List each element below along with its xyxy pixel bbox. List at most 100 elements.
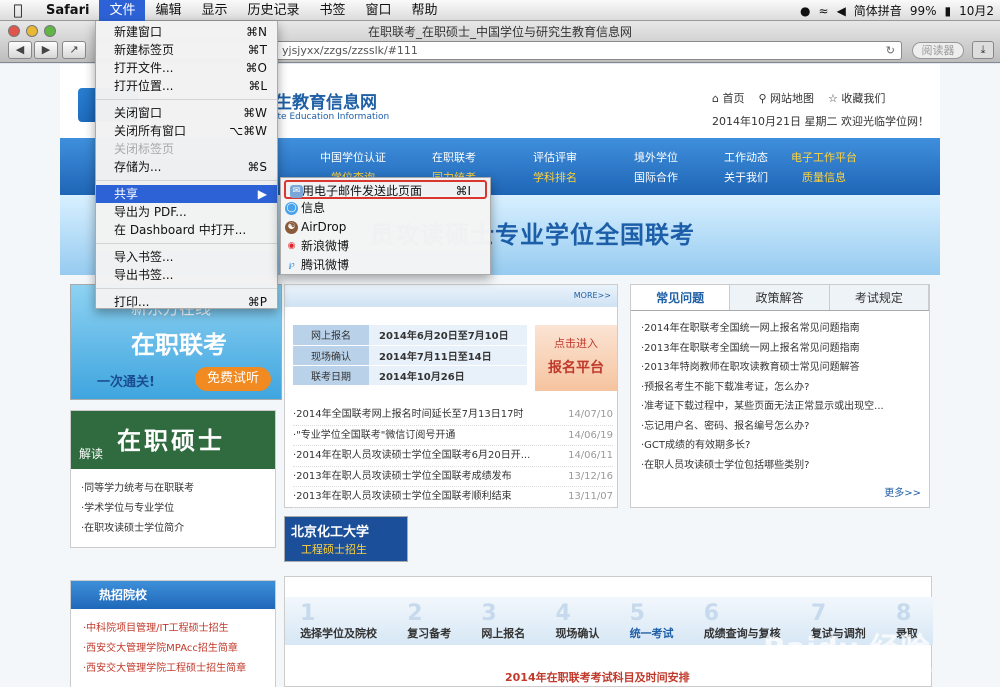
file-menu-dropdown: 新建窗口 ⌘N 新建标签页 ⌘T 打开文件... ⌘O 打开位置... ⌘L 关闭窗口 ⌘… <box>95 21 278 309</box>
menu-edit[interactable]: 编辑 <box>145 0 191 21</box>
clock[interactable]: 10月2 <box>959 2 994 19</box>
ad-line: 一次通关! <box>97 375 155 390</box>
list-item[interactable]: ·在职攻读硕士学位简介 <box>81 519 265 539</box>
home-link[interactable]: ⌂ 首页 <box>712 90 744 106</box>
tab-policy[interactable]: 政策解答 <box>730 285 830 310</box>
menu-item-export-pdf[interactable]: 导出为 PDF... <box>96 203 277 221</box>
share-email-page[interactable]: ✉ 用电子邮件发送此页面 ⌘I <box>284 180 487 199</box>
list-item[interactable]: ·忘记用户名、密码、报名编号怎么办? <box>641 417 919 437</box>
menu-item-open-file[interactable]: 打开文件... ⌘O <box>96 59 277 77</box>
list-item[interactable]: ·西安交大管理学院工程硕士招生简章 <box>83 659 263 679</box>
share-messages[interactable]: ◯ 信息 <box>281 199 490 218</box>
nav-link[interactable]: 质量信息 <box>784 168 864 188</box>
forward-button[interactable]: ▶ <box>34 41 58 59</box>
decode-list: ·同等学力统考与在职联考 ·学术学位与专业学位 ·在职攻读硕士学位简介 <box>71 469 275 549</box>
reader-button[interactable]: 阅读器 <box>912 42 964 59</box>
menu-item-new-tab[interactable]: 新建标签页 ⌘T <box>96 41 277 59</box>
tab-exam-rules[interactable]: 考试规定 <box>829 285 929 310</box>
nav-link[interactable]: 电子工作平台 <box>784 148 864 168</box>
news-item[interactable]: ·2014年全国联考网上报名时间延长至7月13日17时 14/07/10 <box>293 405 613 426</box>
registration-platform-button[interactable]: 点击进入 报名平台 <box>535 325 617 391</box>
favorite-link[interactable]: ☆ 收藏我们 <box>828 90 885 106</box>
list-item[interactable]: ·2013年在职联考全国统一网上报名常见问题指南 <box>641 339 919 359</box>
flow-footer-title[interactable]: 2014年在职联考考试科目及时间安排 <box>505 669 690 685</box>
menu-item-save-as[interactable]: 存储为... ⌘S <box>96 158 277 176</box>
menu-history[interactable]: 历史记录 <box>237 0 309 21</box>
back-button[interactable]: ◀ <box>8 41 32 59</box>
news-title[interactable]: ·"专业学位全国联考"微信订阅号开通 <box>293 426 455 446</box>
step-item[interactable]: 5 统一考试 <box>630 601 674 641</box>
news-item[interactable]: ·2014年在职人员攻读硕士学位全国联考6月20日开... 14/06/11 <box>293 446 613 467</box>
free-trial-button[interactable]: 免费试听 <box>195 367 271 391</box>
list-item[interactable]: ·在职人员攻读硕士学位包括哪些类别? <box>641 456 919 476</box>
menu-item-share[interactable]: 共享 ▶ <box>96 185 277 203</box>
list-item[interactable]: ·准考证下载过程中，某些页面无法正常显示或出现空... <box>641 397 919 417</box>
ad-headline: 北京化工大学 <box>291 525 370 540</box>
step-item[interactable]: 2 复习备考 <box>407 601 451 641</box>
share-toolbar-button[interactable]: ↗ <box>62 41 86 59</box>
news-title[interactable]: ·2013年在职人员攻读硕士学位全国联考成绩发布 <box>293 467 512 487</box>
wifi-icon[interactable]: ≈ <box>819 4 829 18</box>
sitemap-link[interactable]: ⚲ 网站地图 <box>758 90 814 106</box>
news-title[interactable]: ·2014年全国联考网上报名时间延长至7月13日17时 <box>293 405 523 425</box>
menu-file[interactable]: 文件 <box>99 0 146 21</box>
input-method-label[interactable]: 简体拼音 <box>854 2 902 19</box>
nav-link[interactable]: 境外学位 <box>616 148 696 168</box>
step-item[interactable]: 3 网上报名 <box>481 601 525 641</box>
menu-item-close-window[interactable]: 关闭窗口 ⌘W <box>96 104 277 122</box>
nav-link[interactable]: 工作动态 <box>710 148 782 168</box>
nav-link[interactable]: 在职联考 <box>414 148 494 168</box>
more-link[interactable]: MORE>> <box>574 291 611 300</box>
news-title[interactable]: ·2013年在职人员攻读硕士学位全国联考顺利结束 <box>293 487 512 507</box>
nav-link[interactable]: 关于我们 <box>710 168 782 188</box>
menu-item-open-dashboard[interactable]: 在 Dashboard 中打开... <box>96 221 277 239</box>
list-item[interactable]: ·2014年在职联考全国统一网上报名常见问题指南 <box>641 319 919 339</box>
news-item[interactable]: ·2013年在职人员攻读硕士学位全国联考成绩发布 13/12/16 <box>293 467 613 487</box>
list-item[interactable]: ·GCT成绩的有效期多长? <box>641 436 919 456</box>
menu-item-open-location[interactable]: 打开位置... ⌘L <box>96 77 277 95</box>
apple-menu-icon[interactable]:  <box>0 0 36 21</box>
menu-item-import-bookmarks[interactable]: 导入书签... <box>96 248 277 266</box>
menu-item-shortcut: ⌘S <box>247 160 267 174</box>
menu-view[interactable]: 显示 <box>191 0 237 21</box>
tab-common-questions[interactable]: 常见问题 <box>631 285 731 310</box>
list-item[interactable]: ·西安交大管理学院MPAcc招生简章 <box>83 639 263 659</box>
site-title[interactable]: 生教育信息网 <box>275 88 377 113</box>
news-item[interactable]: ·"专业学位全国联考"微信订阅号开通 14/06/19 <box>293 426 613 446</box>
share-sina-weibo[interactable]: ◉ 新浪微博 <box>281 237 490 256</box>
menu-help[interactable]: 帮助 <box>402 0 448 21</box>
battery-icon[interactable]: ▮ <box>944 4 951 18</box>
share-airdrop[interactable]: ☯ AirDrop <box>281 218 490 237</box>
volume-icon[interactable]: ◀ <box>837 4 846 18</box>
menu-item-export-bookmarks[interactable]: 导出书签... <box>96 266 277 284</box>
menu-item-label: 信息 <box>301 201 326 215</box>
step-item[interactable]: 4 现场确认 <box>555 601 599 641</box>
nav-link[interactable]: 国际合作 <box>616 168 696 188</box>
nav-link[interactable]: 评估评审 <box>515 148 595 168</box>
bhu-ad[interactable]: 北京化工大学 工程硕士招生 <box>284 516 408 562</box>
chalkboard-banner[interactable]: 解读 在职硕士 <box>71 411 275 469</box>
qq-icon[interactable]: ● <box>800 4 810 18</box>
menu-item-close-all-windows[interactable]: 关闭所有窗口 ⌥⌘W <box>96 122 277 140</box>
share-tencent-weibo[interactable]: ℘ 腾讯微博 <box>281 256 490 275</box>
news-item[interactable]: ·2013年在职人员攻读硕士学位全国联考顺利结束 13/11/07 <box>293 487 613 508</box>
faq-more-link[interactable]: 更多>> <box>884 484 921 499</box>
list-item[interactable]: ·2013年特岗教师在职攻读教育硕士常见问题解答 <box>641 358 919 378</box>
menu-bookmarks[interactable]: 书签 <box>310 0 356 21</box>
list-item[interactable]: ·同等学力统考与在职联考 <box>81 479 265 499</box>
reload-icon[interactable]: ↻ <box>886 42 895 59</box>
menu-item-print[interactable]: 打印... ⌘P <box>96 293 277 311</box>
list-item[interactable]: ·预报名考生不能下载准考证，怎么办? <box>641 378 919 398</box>
menu-item-new-window[interactable]: 新建窗口 ⌘N <box>96 23 277 41</box>
downloads-icon[interactable]: ⤓ <box>972 41 994 59</box>
battery-percent[interactable]: 99% <box>910 4 937 18</box>
nav-link[interactable]: 学科排名 <box>515 168 595 188</box>
list-item[interactable]: ·学术学位与专业学位 <box>81 499 265 519</box>
table-row: 联考日期 2014年10月26日 <box>293 365 527 386</box>
list-item[interactable]: ·中科院项目管理/IT工程硕士招生 <box>83 619 263 639</box>
nav-link[interactable]: 中国学位认证 <box>308 148 398 168</box>
news-title[interactable]: ·2014年在职人员攻读硕士学位全国联考6月20日开... <box>293 446 530 466</box>
menu-window[interactable]: 窗口 <box>356 0 402 21</box>
step-item[interactable]: 1 选择学位及院校 <box>300 601 377 641</box>
app-menu[interactable]: Safari <box>36 0 99 21</box>
